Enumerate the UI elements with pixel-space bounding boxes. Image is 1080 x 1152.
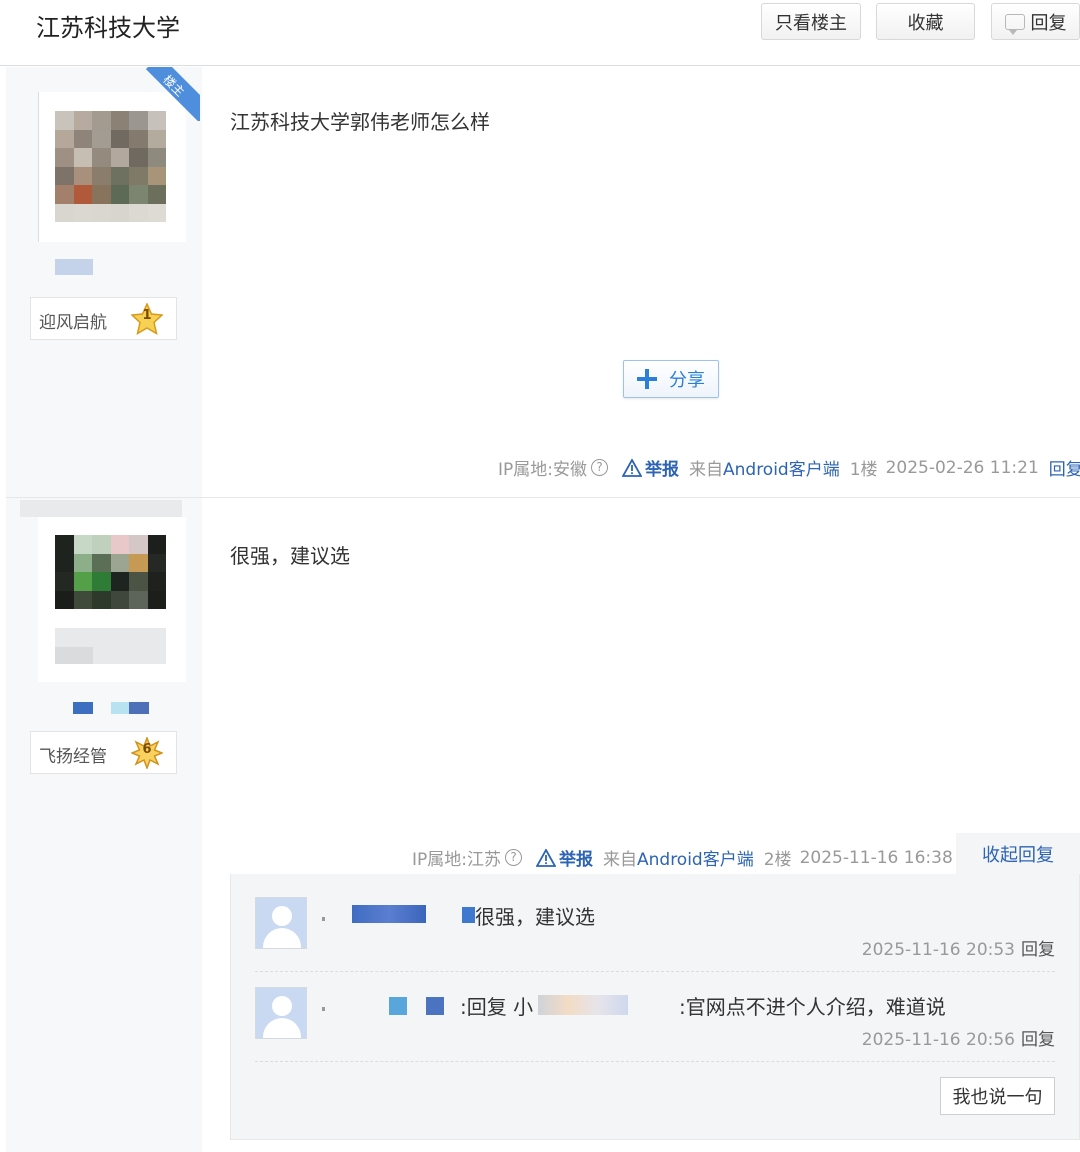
author-level-badge[interactable]: 飞扬经管 6 bbox=[30, 731, 177, 774]
avatar-body bbox=[263, 1018, 301, 1038]
reply-link[interactable]: 回复 bbox=[1049, 455, 1080, 480]
avatar-body bbox=[263, 928, 301, 948]
share-button[interactable]: 分享 bbox=[623, 360, 719, 398]
reply-bubble-icon bbox=[1004, 13, 1025, 35]
post-content: 很强，建议选 bbox=[230, 544, 350, 568]
reply-separator bbox=[255, 971, 1055, 972]
reply-link[interactable]: 回复 bbox=[1021, 1030, 1055, 1050]
add-comment-label: 我也说一句 bbox=[952, 1087, 1043, 1108]
reply-time: 2025-11-16 20:53 bbox=[861, 940, 1015, 960]
thread-header: 江苏科技大学 只看楼主 收藏 回复 bbox=[0, 0, 1080, 66]
only-owner-label: 只看楼主 bbox=[775, 12, 847, 34]
floor-number: 2楼 bbox=[763, 850, 792, 870]
help-circle-icon[interactable]: ? bbox=[591, 459, 608, 476]
author-name[interactable] bbox=[55, 259, 93, 275]
report-link[interactable]: 举报 bbox=[536, 845, 593, 870]
level-number: 1 bbox=[142, 308, 152, 323]
author-avatar[interactable] bbox=[55, 111, 166, 222]
default-avatar-icon[interactable] bbox=[255, 897, 307, 949]
warning-triangle-icon bbox=[622, 458, 642, 477]
author-avatar-frame-top bbox=[20, 500, 182, 517]
author-level-badge[interactable]: 迎风启航 1 bbox=[30, 297, 177, 340]
owner-badge: 楼主 bbox=[146, 67, 200, 121]
reply-button[interactable]: 回复 bbox=[991, 3, 1080, 40]
avatar-head bbox=[272, 906, 292, 926]
collapse-replies-label: 收起回复 bbox=[982, 845, 1054, 866]
reply-text: 很强，建议选 bbox=[475, 905, 595, 929]
from-prefix: 来自 bbox=[689, 460, 723, 480]
reply-meta: 2025-11-16 20:53 回复 bbox=[862, 935, 1055, 960]
reply-label: 回复 bbox=[1030, 12, 1067, 34]
floor-number: 1楼 bbox=[849, 460, 878, 480]
add-comment-button[interactable]: 我也说一句 bbox=[940, 1077, 1055, 1115]
reply-prefix: :回复 小 bbox=[460, 995, 534, 1019]
favorite-label: 收藏 bbox=[907, 12, 944, 34]
author-name-part-2[interactable] bbox=[111, 702, 129, 714]
author-avatar-caption-mark bbox=[55, 647, 93, 664]
plus-share-icon bbox=[637, 369, 657, 389]
collapse-replies-button[interactable]: 收起回复 bbox=[956, 833, 1080, 875]
post-time: 2025-11-16 16:38 bbox=[799, 847, 953, 868]
author-name-part-1[interactable] bbox=[73, 702, 93, 714]
report-label: 举报 bbox=[645, 460, 679, 480]
level-name: 迎风启航 bbox=[39, 313, 107, 333]
only-owner-button[interactable]: 只看楼主 bbox=[761, 3, 861, 40]
reply-username-mark bbox=[322, 917, 325, 921]
reply-meta: 2025-11-16 20:56 回复 bbox=[862, 1025, 1055, 1050]
forum-title[interactable]: 江苏科技大学 bbox=[36, 8, 180, 43]
avatar-head bbox=[272, 996, 292, 1016]
post-content: 江苏科技大学郭伟老师怎么样 bbox=[230, 110, 490, 134]
reply-username[interactable] bbox=[352, 905, 426, 923]
reply-link[interactable]: 回复 bbox=[1021, 940, 1055, 960]
from-prefix: 来自 bbox=[603, 850, 637, 870]
reply-time: 2025-11-16 20:56 bbox=[861, 1030, 1015, 1050]
author-avatar[interactable] bbox=[55, 535, 166, 609]
ip-location: IP属地:安徽 bbox=[498, 460, 587, 480]
favorite-button[interactable]: 收藏 bbox=[876, 3, 975, 40]
level-number: 6 bbox=[142, 742, 152, 757]
ip-location: IP属地:江苏 bbox=[412, 850, 501, 870]
level-name: 飞扬经管 bbox=[39, 747, 107, 767]
warning-triangle-icon bbox=[536, 848, 556, 867]
reply-target-username[interactable] bbox=[538, 995, 628, 1015]
share-label: 分享 bbox=[669, 370, 705, 391]
post-meta: IP属地:江苏 ? 举报 来自Android客户端 2楼 2025-11-16 … bbox=[412, 845, 963, 871]
reply-text: :官网点不进个人介绍，难道说 bbox=[679, 995, 946, 1019]
report-link[interactable]: 举报 bbox=[622, 455, 679, 480]
post-divider bbox=[6, 497, 1080, 498]
post-time: 2025-02-26 11:21 bbox=[885, 457, 1039, 478]
default-avatar-icon[interactable] bbox=[255, 987, 307, 1039]
client-source: 来自Android客户端 bbox=[603, 845, 754, 870]
client-name[interactable]: Android客户端 bbox=[637, 850, 754, 870]
reply-username-part-1[interactable] bbox=[389, 997, 407, 1015]
reply-username-tail[interactable] bbox=[462, 907, 475, 923]
report-label: 举报 bbox=[559, 850, 593, 870]
reply-username-mark bbox=[322, 1007, 325, 1011]
post-meta: IP属地:安徽 ? 举报 来自Android客户端 1楼 2025-02-26 … bbox=[498, 455, 1080, 481]
author-name-part-3[interactable] bbox=[129, 702, 149, 714]
help-circle-icon[interactable]: ? bbox=[505, 849, 522, 866]
reply-separator bbox=[255, 1061, 1055, 1062]
client-source: 来自Android客户端 bbox=[689, 455, 840, 480]
reply-username-part-2[interactable] bbox=[426, 997, 444, 1015]
client-name[interactable]: Android客户端 bbox=[723, 460, 840, 480]
